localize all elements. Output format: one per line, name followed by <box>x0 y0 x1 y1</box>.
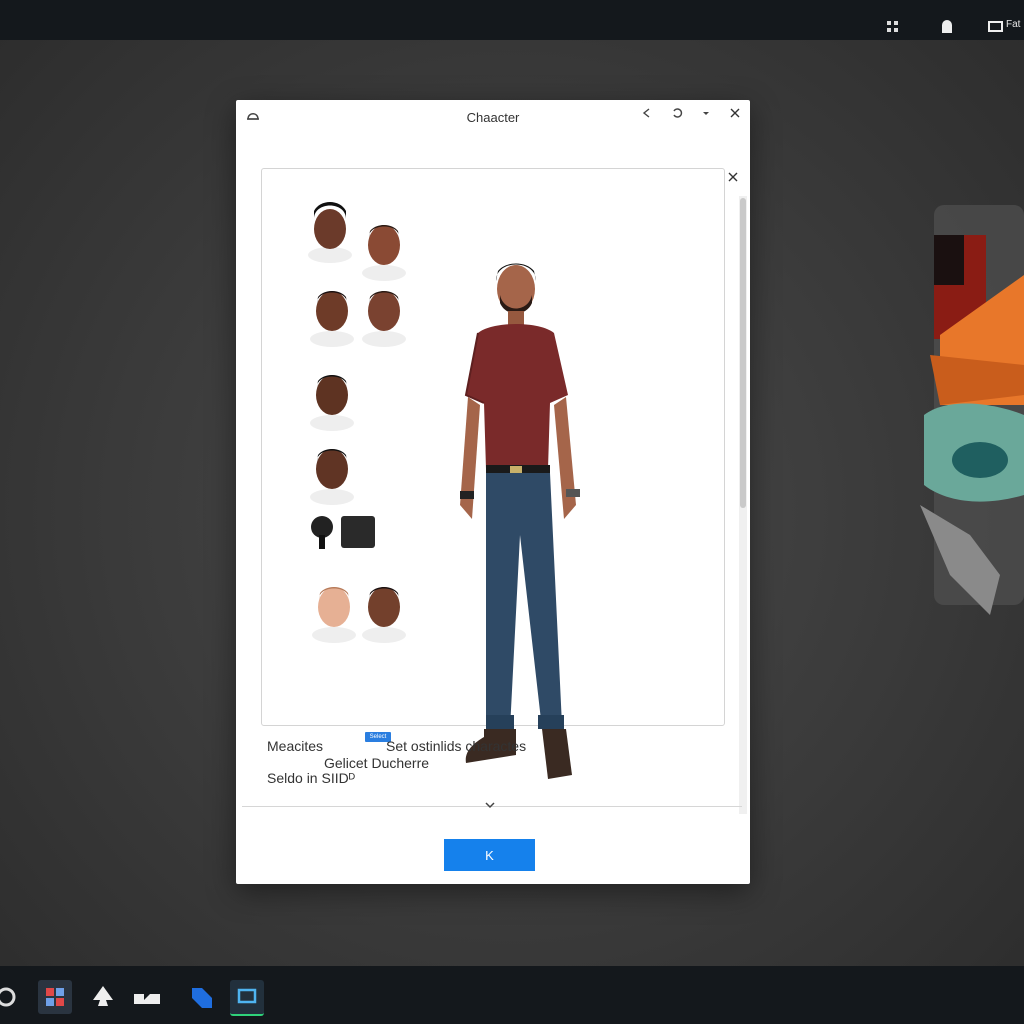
face-option[interactable] <box>308 283 356 347</box>
row2-label: Seldo in SIIDᴰ <box>267 770 355 786</box>
face-option[interactable] <box>306 199 354 263</box>
face-option[interactable] <box>360 283 408 347</box>
character-dialog: Chaacter Select Gelicet Ducherre Meacite… <box>236 100 750 884</box>
chevron-down-icon[interactable] <box>483 800 497 812</box>
gallery-label: Gelicet Ducherre <box>324 755 430 771</box>
active-window-icon[interactable] <box>230 980 264 1016</box>
app-grid-icon[interactable] <box>38 980 72 1014</box>
top-bar: Fat <box>0 0 1024 40</box>
spade-icon[interactable] <box>86 980 120 1014</box>
ghost-icon[interactable] <box>940 20 954 37</box>
tray-label: Fat <box>1006 19 1021 30</box>
character-preview-panel: Select Gelicet Ducherre <box>261 168 725 779</box>
face-option[interactable] <box>308 367 356 431</box>
background-artwork <box>910 205 1024 625</box>
face-option[interactable] <box>310 579 358 643</box>
scrollbar-thumb[interactable] <box>740 198 746 508</box>
network-icon[interactable] <box>886 20 900 37</box>
minimize-icon[interactable] <box>696 106 716 124</box>
face-option[interactable] <box>360 579 408 643</box>
bookmark-icon[interactable] <box>186 980 220 1014</box>
refresh-icon[interactable] <box>667 106 687 124</box>
face-option[interactable] <box>308 441 356 505</box>
ok-button[interactable]: K <box>444 839 535 871</box>
row1-value: Set ostinlids charactes <box>386 738 527 754</box>
gamepad-icon[interactable] <box>0 980 26 1014</box>
controller-icon[interactable] <box>130 980 164 1014</box>
monitor-icon[interactable] <box>988 20 1004 37</box>
face-option[interactable] <box>360 217 408 281</box>
row1-label: Meacites <box>267 738 324 754</box>
microphone-accessory-option[interactable] <box>308 515 336 556</box>
character-figure <box>458 255 598 795</box>
panel-close-icon[interactable] <box>724 170 742 188</box>
arrow-left-icon[interactable] <box>637 106 657 124</box>
close-icon[interactable] <box>725 106 745 124</box>
dark-swatch-option[interactable] <box>340 515 376 554</box>
